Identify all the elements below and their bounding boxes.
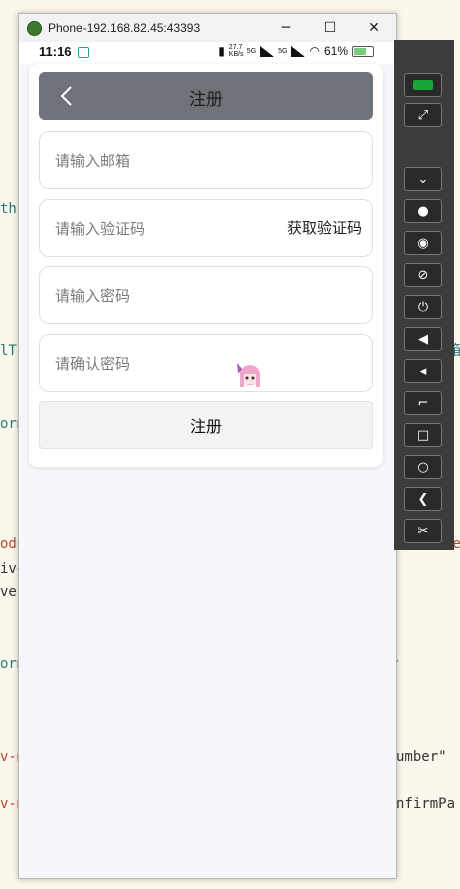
show-icon[interactable]: ◉ bbox=[404, 231, 442, 255]
fullscreen-icon[interactable]: ⤢ bbox=[404, 103, 442, 127]
code-fragment: lT bbox=[0, 343, 17, 359]
android-app-icon bbox=[27, 20, 42, 36]
recent-icon[interactable]: ○ bbox=[404, 455, 442, 479]
notification-icon bbox=[78, 47, 89, 58]
wifi-icon: ◠ bbox=[309, 44, 320, 58]
code-fragment: umber" bbox=[396, 749, 447, 765]
verification-code-input[interactable] bbox=[53, 200, 277, 258]
signal-icon bbox=[260, 45, 275, 57]
window-title: Phone-192.168.82.45:43393 bbox=[48, 21, 201, 35]
status-indicators: ▮ 27.7 KB/s 5G 5G ◠ 61% bbox=[218, 44, 374, 58]
volume-up-icon[interactable]: ◀ bbox=[404, 327, 442, 351]
page-title: 注册 bbox=[189, 90, 223, 110]
confirm-password-field[interactable] bbox=[39, 334, 373, 393]
get-code-button[interactable]: 获取验证码 bbox=[287, 217, 362, 238]
signal-icon bbox=[291, 45, 306, 57]
power-icon[interactable]: ⏻ bbox=[404, 295, 442, 319]
window-titlebar[interactable]: Phone-192.168.82.45:43393 ─ ☐ ✕ bbox=[19, 14, 396, 42]
close-button[interactable]: ✕ bbox=[352, 14, 396, 42]
password-input[interactable] bbox=[53, 267, 277, 325]
battery-icon bbox=[352, 45, 374, 57]
password-field[interactable] bbox=[39, 266, 373, 325]
email-field[interactable] bbox=[39, 131, 373, 190]
record-icon[interactable]: ● bbox=[404, 199, 442, 223]
email-input[interactable] bbox=[53, 132, 277, 190]
anime-girl-icon bbox=[237, 363, 260, 387]
network-speed: 27.7 KB/s bbox=[228, 44, 244, 58]
phone-screen: 11:16 ▮ 27.7 KB/s 5G 5G ◠ 61% 注册 请输入邮箱 请… bbox=[19, 42, 396, 878]
phone-icon[interactable] bbox=[404, 73, 442, 97]
maximize-button[interactable]: ☐ bbox=[308, 14, 352, 42]
verification-code-field[interactable]: 获取验证码 bbox=[39, 199, 373, 258]
page-header: 注册 bbox=[39, 72, 373, 120]
emulator-toolbar: ⤢ ⌄ ● ◉ ⊘ ⏻ ◀ ◂ ⌐ □ ○ ❮ ✂ bbox=[394, 40, 454, 550]
collapse-icon[interactable]: ⌄ bbox=[404, 167, 442, 191]
hide-icon[interactable]: ⊘ bbox=[404, 263, 442, 287]
back-icon[interactable]: ❮ bbox=[404, 487, 442, 511]
register-card: 注册 获取验证码 bbox=[29, 64, 383, 467]
minimize-button[interactable]: ─ bbox=[264, 14, 308, 42]
network-type-2: 5G bbox=[278, 47, 288, 55]
vibrate-icon: ▮ bbox=[218, 44, 225, 58]
network-type-1: 5G bbox=[246, 47, 257, 55]
code-fragment: nfirmPa bbox=[396, 796, 456, 812]
register-button[interactable]: 注册 bbox=[39, 401, 373, 449]
battery-percent: 61% bbox=[323, 44, 348, 58]
status-time: 11:16 bbox=[39, 44, 72, 59]
home-icon[interactable]: □ bbox=[404, 423, 442, 447]
status-bar: 11:16 ▮ 27.7 KB/s 5G 5G ◠ 61% bbox=[19, 42, 396, 64]
rotate-icon[interactable]: ⌐ bbox=[404, 391, 442, 415]
emulator-window: Phone-192.168.82.45:43393 ─ ☐ ✕ 11:16 ▮ … bbox=[18, 13, 397, 879]
screenshot-icon[interactable]: ✂ bbox=[404, 519, 442, 543]
volume-down-icon[interactable]: ◂ bbox=[404, 359, 442, 383]
